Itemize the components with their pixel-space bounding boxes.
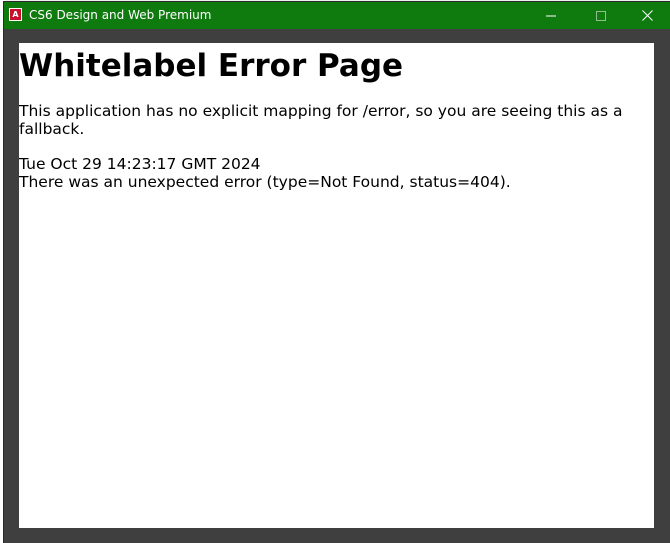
title-bar[interactable]: A CS6 Design and Web Premium xyxy=(4,2,670,29)
web-content: Whitelabel Error Page This application h… xyxy=(19,43,654,528)
page-heading: Whitelabel Error Page xyxy=(19,48,404,84)
close-button[interactable] xyxy=(624,2,670,29)
error-timestamp: Tue Oct 29 14:23:17 GMT 2024 xyxy=(19,155,261,173)
minimize-button[interactable] xyxy=(528,2,574,29)
minimize-icon xyxy=(546,15,556,16)
app-window: A CS6 Design and Web Premium Whitelabel … xyxy=(4,2,670,543)
window-title: CS6 Design and Web Premium xyxy=(29,8,212,22)
error-message: This application has no explicit mapping… xyxy=(19,102,623,138)
error-detail: There was an unexpected error (type=Not … xyxy=(19,173,511,191)
maximize-button[interactable] xyxy=(578,2,624,29)
maximize-icon xyxy=(596,10,606,21)
adobe-icon: A xyxy=(9,8,22,21)
close-icon xyxy=(641,10,653,21)
